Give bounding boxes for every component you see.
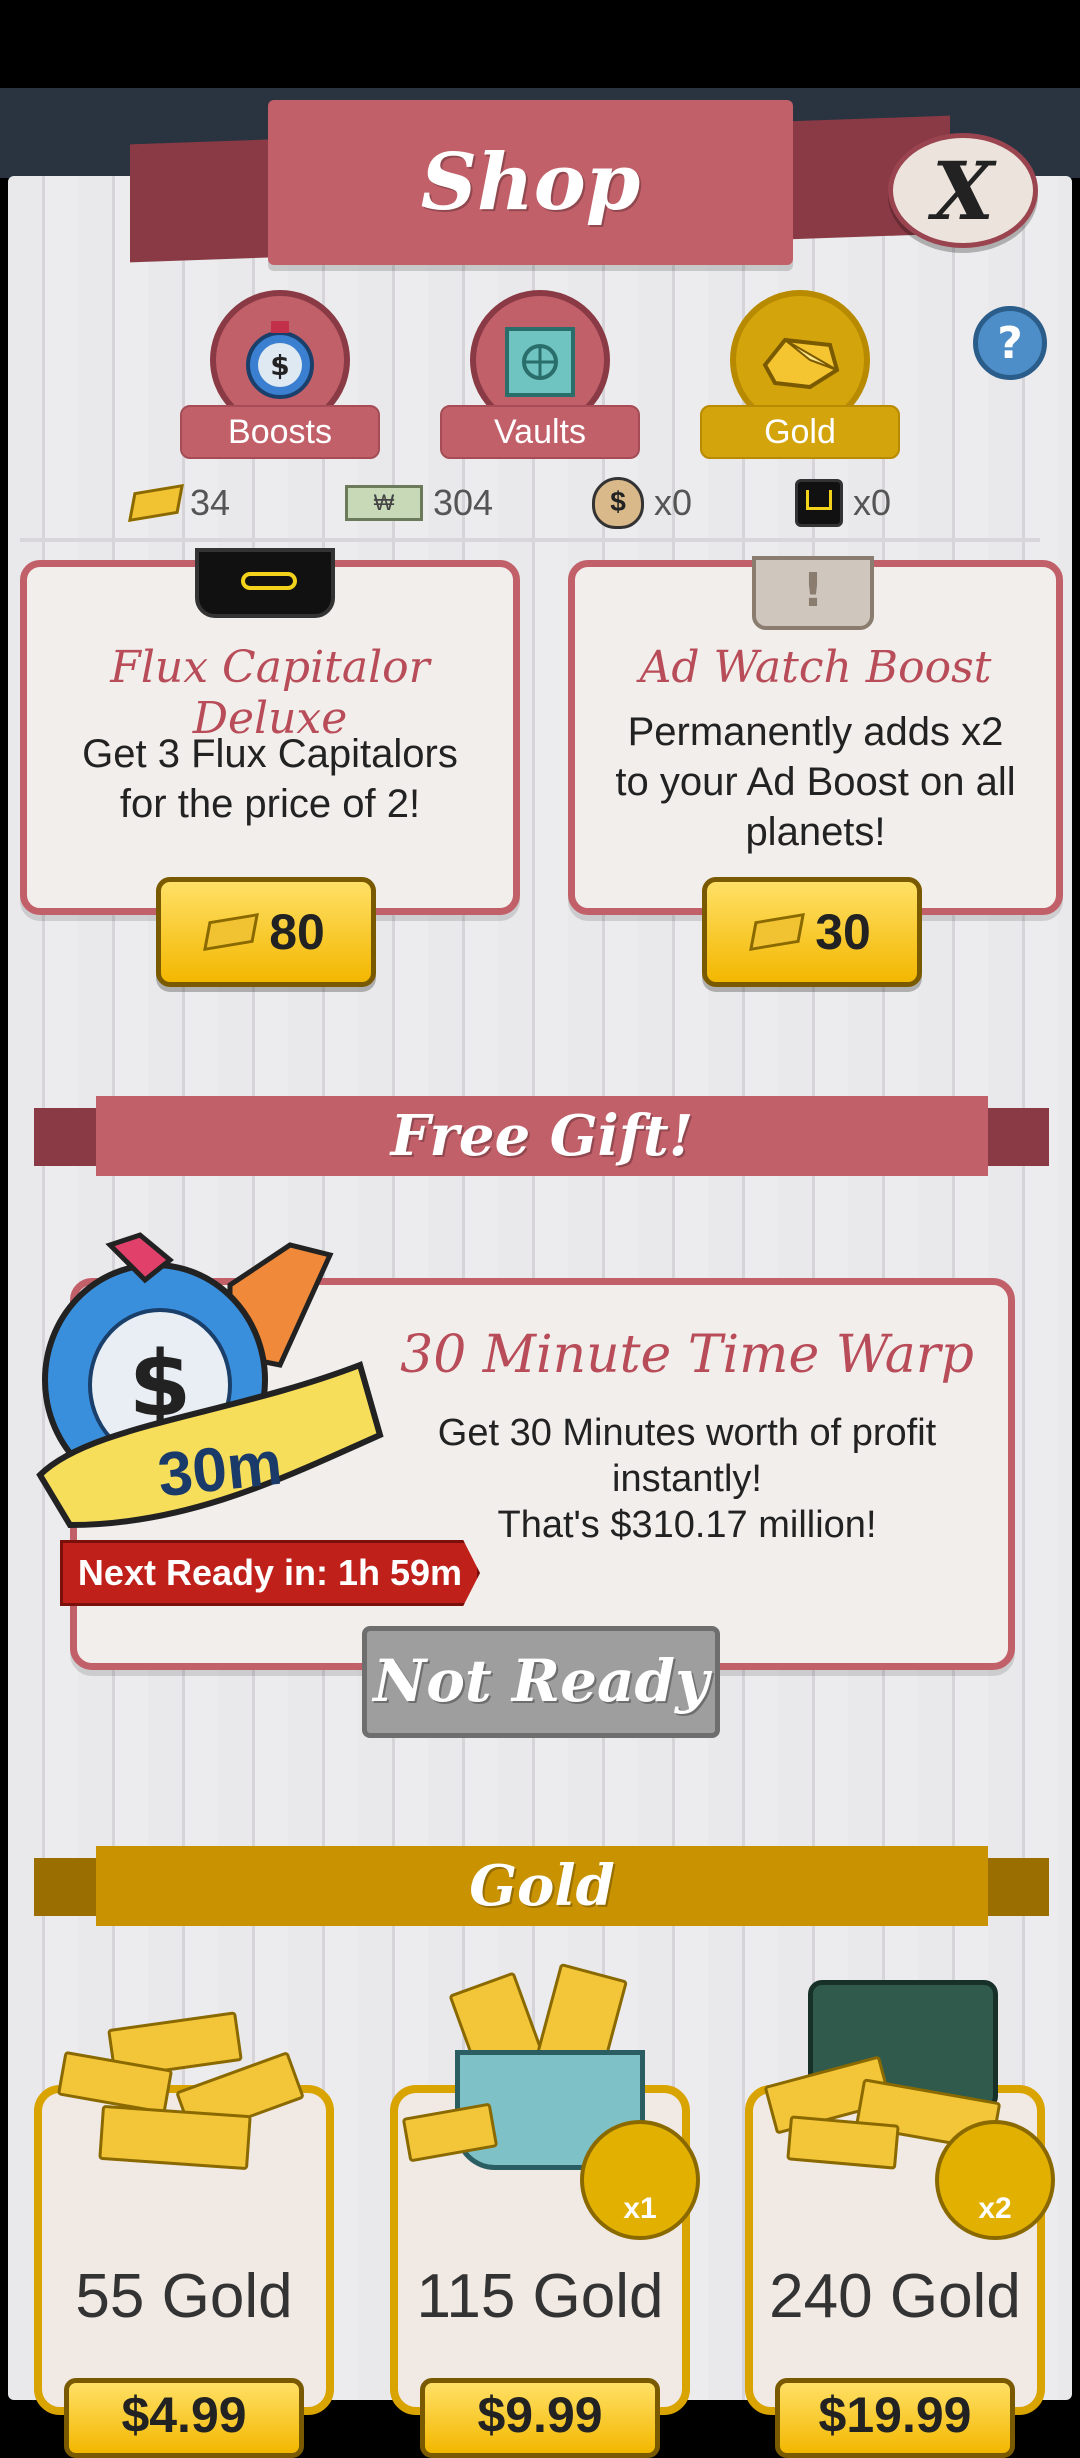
close-button[interactable]: X [888, 133, 1038, 248]
offer-price-button-ad-watch[interactable]: 30 [702, 877, 922, 987]
tab-vaults[interactable]: Vaults [440, 290, 640, 460]
currency-flux: x0 [795, 478, 891, 528]
gold-icon [203, 913, 260, 951]
price-label: 30 [815, 904, 871, 960]
gold-pack-amount: 115 Gold [416, 2262, 664, 2331]
gold-icon [749, 913, 806, 951]
currency-flux-value: x0 [853, 482, 892, 523]
next-ready-timer: Next Ready in: 1h 59m [60, 1540, 480, 1606]
flux-capacitor-icon [195, 548, 335, 618]
flux-capacitor-icon [795, 479, 843, 527]
divider [20, 538, 1040, 542]
free-gift-body: Get 30 Minutes worth of profit instantly… [437, 1412, 937, 1546]
svg-text:$: $ [270, 349, 289, 382]
not-ready-button[interactable]: Not Ready [362, 1626, 720, 1738]
gold-pack-buy-button[interactable]: $9.99 [420, 2378, 660, 2458]
currency-money-bag: $ x0 [592, 477, 693, 529]
currency-gold-value: 34 [190, 482, 231, 523]
tab-gold[interactable]: Gold [700, 290, 900, 460]
status-bar [0, 0, 1080, 88]
offer-body: Permanently adds x2 to your Ad Boost on … [615, 710, 1016, 854]
gold-pack-amount: 55 Gold [75, 2262, 293, 2331]
gold-pack-amount: 240 Gold [769, 2262, 1021, 2331]
tv-icon: ! [752, 556, 874, 630]
gold-pile-icon [40, 1990, 330, 2190]
currency-megabucks-value: 304 [433, 482, 494, 523]
free-gift-header: Free Gift! [96, 1096, 988, 1176]
tab-boosts-label: Boosts [180, 405, 380, 459]
offer-body: Get 3 Flux Capitalors for the price of 2… [82, 732, 458, 826]
gold-pack-buy-button[interactable]: $4.99 [64, 2378, 304, 2458]
money-bag-icon: $ [592, 477, 644, 529]
offer-price-button-flux[interactable]: 80 [156, 877, 376, 987]
multiplier-badge: x2 [935, 2120, 1055, 2240]
tab-vaults-label: Vaults [440, 405, 640, 459]
megabucks-icon: ₩ [345, 485, 423, 521]
gold-pack-buy-button[interactable]: $19.99 [775, 2378, 1015, 2458]
currency-money-bag-value: x0 [654, 482, 693, 523]
tab-boosts[interactable]: $ Boosts [180, 290, 380, 460]
currency-megabucks: ₩ 304 [345, 478, 493, 528]
gold-section-header: Gold [96, 1846, 988, 1926]
help-button[interactable]: ? [973, 306, 1047, 380]
offer-title: Ad Watch Boost [639, 642, 992, 693]
multiplier-badge: x1 [580, 2120, 700, 2240]
free-gift-title: 30 Minute Time Warp [400, 1325, 974, 1385]
page-title: Shop [268, 100, 793, 265]
price-label: 80 [269, 904, 325, 960]
gold-icon [128, 484, 184, 522]
tab-gold-label: Gold [700, 405, 900, 459]
currency-gold: 34 [128, 478, 231, 528]
